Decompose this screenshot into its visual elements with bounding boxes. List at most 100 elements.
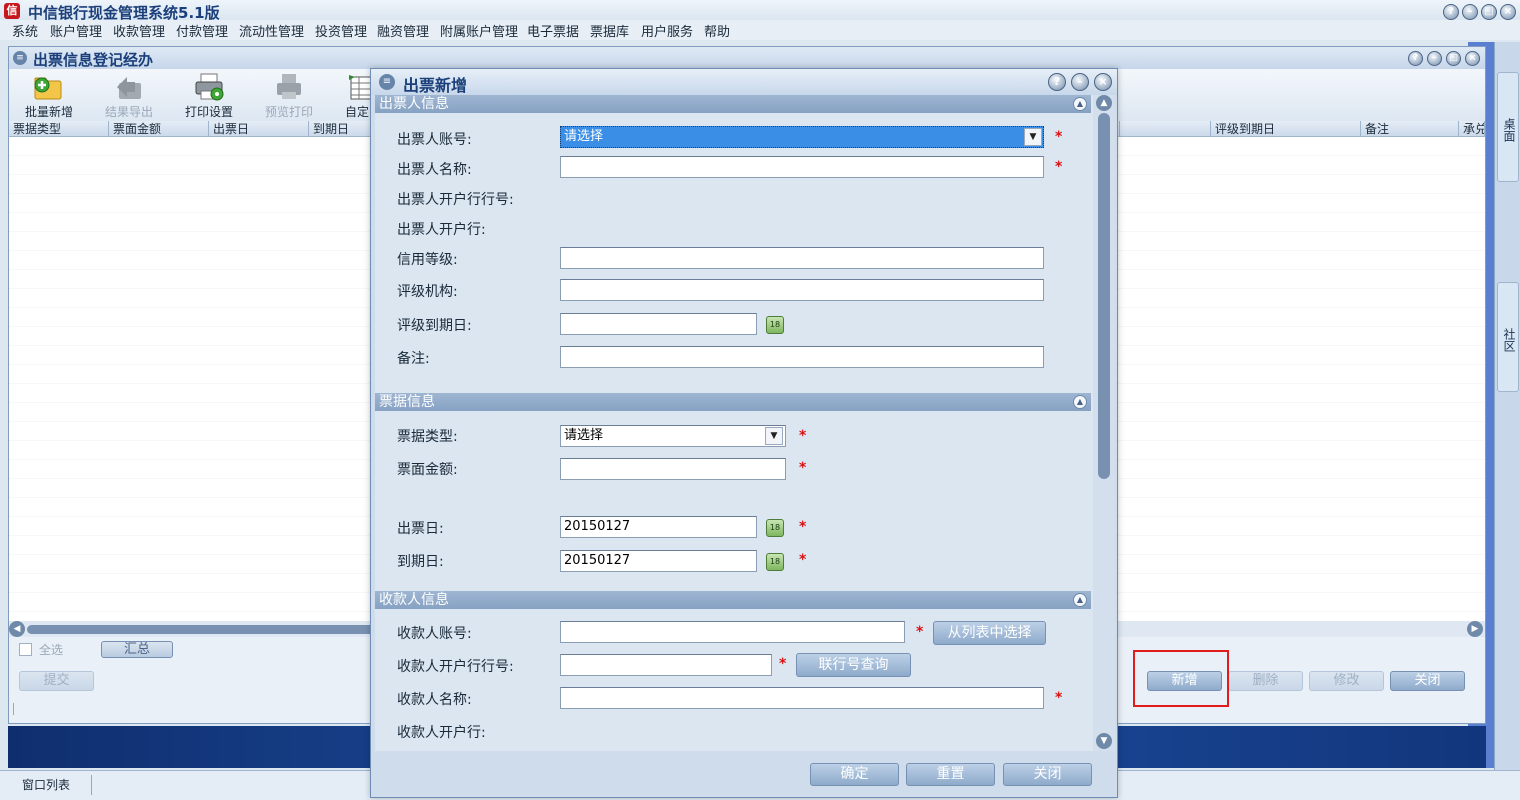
issue-date-field[interactable]: 20150127: [560, 516, 757, 538]
maximize-button[interactable]: □: [1481, 4, 1497, 20]
menu-item-sub-account[interactable]: 附属账户管理: [440, 21, 518, 40]
remark-field[interactable]: [560, 346, 1044, 368]
select-all-checkbox[interactable]: [19, 643, 32, 656]
help-icon[interactable]: ?: [1443, 4, 1459, 20]
custom-button[interactable]: 自定: [333, 69, 373, 121]
menu-item-help[interactable]: 帮助: [704, 21, 730, 40]
status-divider: [13, 703, 14, 715]
print-preview-icon: [277, 74, 301, 99]
payee-bank-no-label: 收款人开户行行号:: [397, 659, 514, 675]
help-icon[interactable]: ?: [1048, 73, 1066, 91]
batch-add-button[interactable]: 批量新增: [13, 69, 85, 121]
submit-button[interactable]: 提交: [19, 671, 94, 691]
close-button[interactable]: ×: [1465, 51, 1480, 66]
bill-type-select[interactable]: 请选择: [560, 425, 786, 447]
menu-item-account[interactable]: 账户管理: [50, 21, 102, 40]
due-date-label: 到期日:: [397, 554, 444, 570]
column-header-remark[interactable]: 备注: [1361, 121, 1459, 137]
dialog-close-button[interactable]: 关闭: [1003, 763, 1092, 786]
minimize-button[interactable]: –: [1462, 4, 1478, 20]
window-header: ≡ 出票信息登记经办 ? – □ ×: [9, 47, 1485, 69]
drawer-account-label: 出票人账号:: [397, 132, 472, 148]
export-results-button[interactable]: 结果导出: [93, 69, 165, 121]
scrollbar-thumb[interactable]: [27, 625, 387, 634]
drawer-account-select[interactable]: 请选择: [560, 126, 1044, 148]
preview-print-label: 预览打印: [264, 105, 313, 119]
payee-account-field[interactable]: [560, 621, 905, 643]
bill-type-label: 票据类型:: [397, 429, 458, 445]
print-settings-label: 打印设置: [184, 105, 233, 119]
menu-item-user-service[interactable]: 用户服务: [641, 21, 693, 40]
column-header-issue-date[interactable]: 出票日: [209, 121, 309, 137]
modify-button[interactable]: 修改: [1309, 671, 1384, 691]
close-window-button[interactable]: 关闭: [1390, 671, 1465, 691]
column-header-spacer: [1119, 121, 1211, 137]
dock-tab-desktop[interactable]: 桌面: [1497, 72, 1519, 182]
preview-print-button[interactable]: 预览打印: [253, 69, 325, 121]
close-button[interactable]: ×: [1500, 4, 1516, 20]
menu-item-collection[interactable]: 收款管理: [113, 21, 165, 40]
drawer-bank-label: 出票人开户行:: [397, 222, 486, 238]
scrollbar-thumb[interactable]: [1098, 113, 1110, 479]
menu-item-system[interactable]: 系统: [12, 21, 38, 40]
select-from-list-button[interactable]: 从列表中选择: [933, 621, 1046, 645]
calendar-icon[interactable]: 18: [766, 316, 784, 334]
menu-item-investment[interactable]: 投资管理: [315, 21, 367, 40]
column-header-acceptor[interactable]: 承兑: [1459, 121, 1485, 137]
required-mark: *: [799, 460, 807, 476]
scroll-down-icon[interactable]: ▼: [1096, 733, 1112, 749]
summary-button[interactable]: 汇总: [101, 641, 173, 658]
window-menu-icon[interactable]: ≡: [13, 51, 27, 65]
reset-button[interactable]: 重置: [906, 763, 995, 786]
required-mark: *: [799, 519, 807, 535]
delete-button[interactable]: 删除: [1228, 671, 1303, 691]
help-icon[interactable]: ?: [1408, 51, 1423, 66]
section-title-drawer: 出票人信息: [379, 96, 449, 112]
required-mark: *: [779, 656, 787, 672]
menu-item-payment[interactable]: 付款管理: [176, 21, 228, 40]
chevron-down-icon[interactable]: ▼: [765, 427, 783, 445]
rating-expiry-label: 评级到期日:: [397, 318, 472, 334]
minimize-button[interactable]: –: [1427, 51, 1442, 66]
dock-tab-community[interactable]: 社区: [1497, 282, 1519, 392]
confirm-button[interactable]: 确定: [810, 763, 899, 786]
credit-level-label: 信用等级:: [397, 252, 458, 268]
window-list-button[interactable]: 窗口列表: [8, 775, 92, 795]
column-header-rating-expiry[interactable]: 评级到期日: [1211, 121, 1361, 137]
print-settings-button[interactable]: 打印设置: [173, 69, 245, 121]
menu-item-liquidity[interactable]: 流动性管理: [239, 21, 304, 40]
payee-bank-label: 收款人开户行:: [397, 725, 486, 741]
minimize-button[interactable]: –: [1071, 73, 1089, 91]
amount-field[interactable]: [560, 458, 786, 480]
collapse-icon[interactable]: ▲: [1073, 395, 1087, 409]
window-title: 出票信息登记经办: [33, 51, 154, 69]
dialog-footer: 确定 重置 关闭: [371, 751, 1117, 797]
rating-org-field[interactable]: [560, 279, 1044, 301]
maximize-button[interactable]: □: [1446, 51, 1461, 66]
vertical-scrollbar[interactable]: ▲ ▼: [1093, 95, 1115, 751]
chevron-down-icon[interactable]: ▼: [1024, 128, 1042, 146]
calendar-icon[interactable]: 18: [766, 519, 784, 537]
collapse-icon[interactable]: ▲: [1073, 97, 1087, 111]
scroll-left-icon[interactable]: ◀: [9, 621, 25, 637]
scroll-up-icon[interactable]: ▲: [1096, 95, 1112, 111]
menu-item-bill-pool[interactable]: 票据库: [590, 21, 629, 40]
drawer-name-field[interactable]: [560, 156, 1044, 178]
bank-no-query-button[interactable]: 联行号查询: [796, 653, 911, 677]
payee-name-field[interactable]: [560, 687, 1044, 709]
calendar-icon[interactable]: 18: [766, 553, 784, 571]
menu-item-e-bill[interactable]: 电子票据: [527, 21, 579, 40]
close-button[interactable]: ×: [1094, 73, 1112, 91]
dialog-menu-icon[interactable]: ≡: [379, 74, 395, 90]
due-date-field[interactable]: 20150127: [560, 550, 757, 572]
scroll-right-icon[interactable]: ▶: [1467, 621, 1483, 637]
payee-bank-no-field[interactable]: [560, 654, 772, 676]
column-header-due-date[interactable]: 到期日: [309, 121, 371, 137]
column-header-bill-type[interactable]: 票据类型: [9, 121, 109, 137]
menu-item-financing[interactable]: 融资管理: [377, 21, 429, 40]
column-header-amount[interactable]: 票面金额: [109, 121, 209, 137]
credit-level-field[interactable]: [560, 247, 1044, 269]
rating-expiry-field[interactable]: [560, 313, 757, 335]
new-bill-dialog: ≡ 出票新增 ? – × 出票人信息 ▲ 出票人账号: 请选择 ▼ * 出票人名…: [370, 68, 1118, 798]
collapse-icon[interactable]: ▲: [1073, 593, 1087, 607]
